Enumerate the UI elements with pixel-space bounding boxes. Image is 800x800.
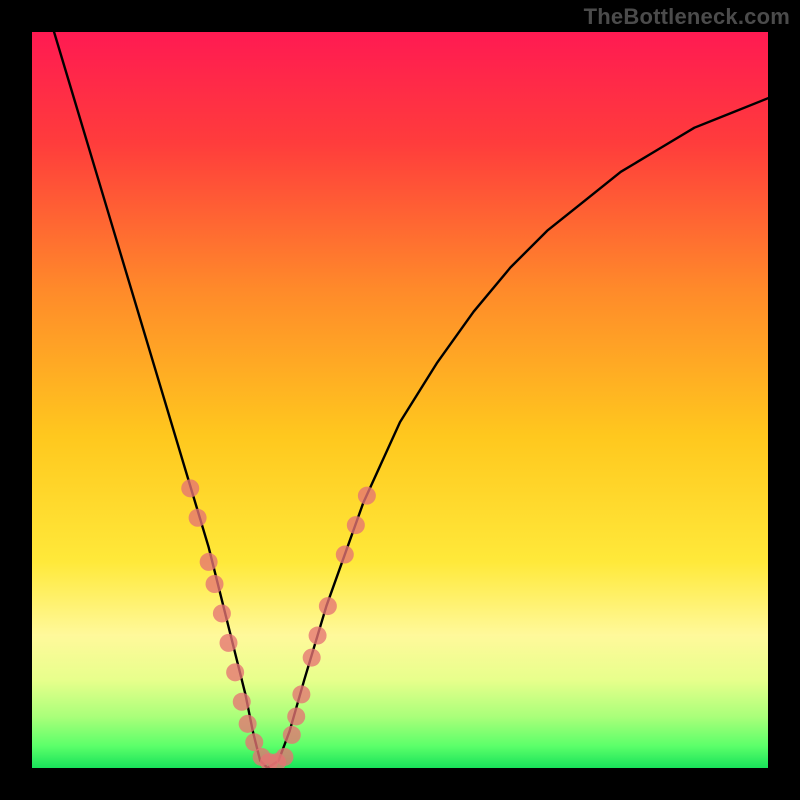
data-marker xyxy=(226,663,244,681)
gradient-background xyxy=(32,32,768,768)
plot-area xyxy=(32,32,768,768)
data-marker xyxy=(287,707,305,725)
data-marker xyxy=(292,685,310,703)
data-marker xyxy=(309,627,327,645)
data-marker xyxy=(189,509,207,527)
bottleneck-curve-chart xyxy=(32,32,768,768)
chart-frame: TheBottleneck.com xyxy=(0,0,800,800)
data-marker xyxy=(200,553,218,571)
data-marker xyxy=(275,748,293,766)
data-marker xyxy=(347,516,365,534)
watermark-text: TheBottleneck.com xyxy=(584,4,790,30)
data-marker xyxy=(239,715,257,733)
data-marker xyxy=(233,693,251,711)
data-marker xyxy=(336,546,354,564)
data-marker xyxy=(213,604,231,622)
data-marker xyxy=(283,726,301,744)
data-marker xyxy=(181,479,199,497)
data-marker xyxy=(319,597,337,615)
data-marker xyxy=(358,487,376,505)
data-marker xyxy=(206,575,224,593)
data-marker xyxy=(303,649,321,667)
data-marker xyxy=(220,634,238,652)
